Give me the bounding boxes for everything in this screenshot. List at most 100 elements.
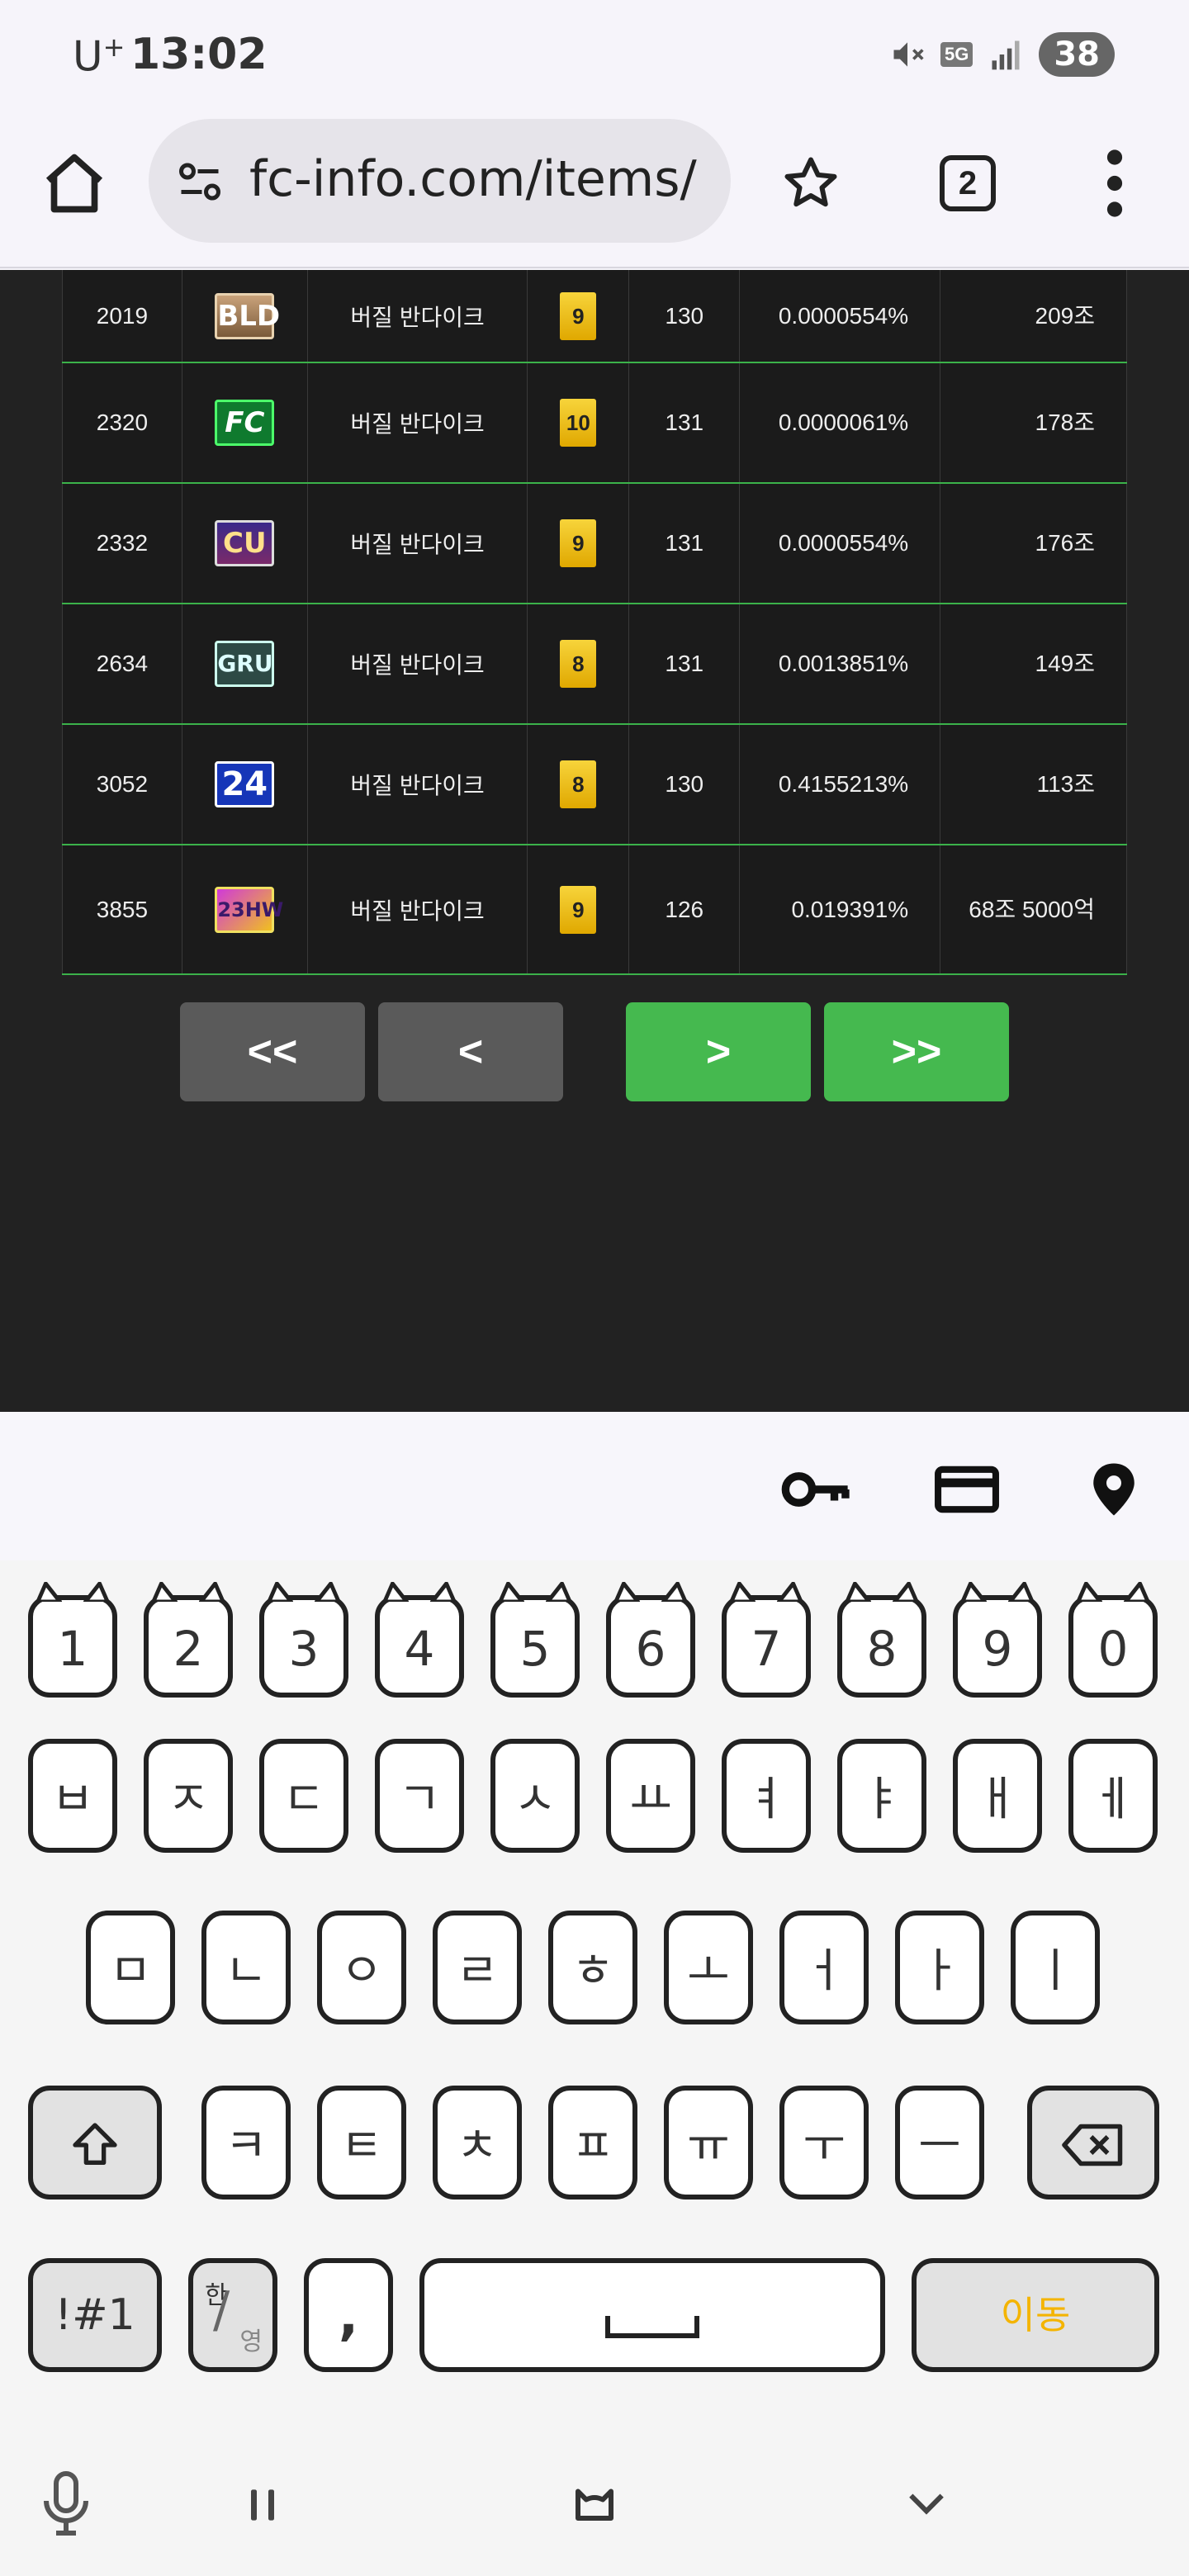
web-page: 2019 BLD 버질 반다이크 9 130 0.0000554% 209조 2… [0,270,1189,1412]
shift-key[interactable] [28,2086,162,2200]
space-key[interactable] [419,2258,885,2372]
key-row1-7[interactable]: ㅑ [837,1739,926,1853]
hide-keyboard-icon[interactable] [903,2480,950,2526]
rate-cell: 0.0000061% [739,362,941,484]
key-ears-icon [845,1582,919,1602]
grade-badge: 9 [560,291,597,340]
key-row_numbers-1[interactable]: 2 [144,1582,233,1698]
key-row2-2[interactable]: ㅇ [317,1911,406,2024]
first-page-button[interactable]: << [180,1002,365,1101]
key-row3-0[interactable]: ㅋ [201,2086,291,2200]
player-name-link[interactable]: 버질 반다이크 [306,604,528,725]
next-page-button[interactable]: > [626,1002,811,1101]
key-ears-icon [729,1582,803,1602]
prev-page-button[interactable]: < [378,1002,563,1101]
key-row3-1[interactable]: ㅌ [317,2086,406,2200]
emoji-cat-icon[interactable] [570,2477,619,2526]
key-row2-5[interactable]: ㅗ [664,1911,753,2024]
cursor-keys-icon[interactable] [239,2482,286,2528]
ovr-cell: 130 [628,724,741,845]
credit-card-icon[interactable] [931,1460,1002,1519]
key-row2-8[interactable]: ㅣ [1011,1911,1100,2024]
key-row_numbers-3[interactable]: 4 [375,1582,464,1698]
space-bar-icon [605,2316,699,2338]
key-row1-2[interactable]: ㄷ [259,1739,348,1853]
grade-badge: 8 [560,760,597,808]
clock: 13:02 [130,30,268,79]
key-row1-6[interactable]: ㅕ [722,1739,811,1853]
key-row1-8[interactable]: ㅐ [953,1739,1042,1853]
key-row_numbers-7[interactable]: 8 [837,1582,926,1698]
key-row2-6[interactable]: ㅓ [779,1911,869,2024]
table-row[interactable]: 2332 CU 버질 반다이크 9 131 0.0000554% 176조 [62,483,1127,604]
more-menu-icon[interactable] [1098,149,1131,218]
key-row_numbers-0[interactable]: 1 [28,1582,117,1698]
url-text[interactable]: fc-info.com/items/ [249,150,697,208]
price-cell: 68조 5000억 [940,845,1127,975]
status-icons: 5G 38 [889,30,1115,79]
site-settings-icon[interactable] [175,157,225,206]
table-row[interactable]: 2634 GRU 버질 반다이크 8 131 0.0013851% 149조 [62,604,1127,725]
language-toggle-key[interactable]: 한 / 영 [188,2258,277,2372]
table-row[interactable]: 3052 24 버질 반다이크 8 130 0.4155213% 113조 [62,724,1127,845]
address-bar[interactable]: fc-info.com/items/ [149,119,731,243]
key-row_numbers-9[interactable]: 0 [1068,1582,1158,1698]
key-row2-4[interactable]: ㅎ [548,1911,637,2024]
rank-cell: 3855 [62,845,182,975]
key-row_numbers-8[interactable]: 9 [953,1582,1042,1698]
table-row[interactable]: 2019 BLD 버질 반다이크 9 130 0.0000554% 209조 [62,270,1127,363]
key-row1-5[interactable]: ㅛ [606,1739,695,1853]
player-name-link[interactable]: 버질 반다이크 [306,270,528,363]
key-row1-9[interactable]: ㅔ [1068,1739,1158,1853]
table-row[interactable]: 3855 23HW 버질 반다이크 9 126 0.019391% 68조 50… [62,845,1127,975]
key-row3-3[interactable]: ㅍ [548,2086,637,2200]
grade-badge: 9 [560,519,597,567]
comma-key[interactable]: , [304,2258,393,2372]
key-row1-1[interactable]: ㅈ [144,1739,233,1853]
bookmark-star-icon[interactable] [781,154,841,213]
player-name-link[interactable]: 버질 반다이크 [306,724,528,845]
price-cell: 209조 [940,270,1127,363]
key-row1-4[interactable]: ㅅ [490,1739,580,1853]
ovr-cell: 131 [628,362,741,484]
microphone-icon[interactable] [36,2469,96,2538]
key-row2-0[interactable]: ㅁ [86,1911,175,2024]
key-row_numbers-2[interactable]: 3 [259,1582,348,1698]
key-row1-0[interactable]: ㅂ [28,1739,117,1853]
home-icon[interactable] [40,149,109,218]
key-ears-icon [151,1582,225,1602]
carrier-label: U+ [73,31,126,81]
status-bar: U+ 13:02 5G 38 [0,0,1189,107]
table-row[interactable]: 2320 FC 버질 반다이크 10 131 0.0000061% 178조 [62,362,1127,484]
network-5g-icon: 5G [940,42,973,67]
key-row3-6[interactable]: ㅡ [895,2086,984,2200]
key-row1-3[interactable]: ㄱ [375,1739,464,1853]
rate-cell: 0.0000554% [739,270,941,363]
key-row_numbers-4[interactable]: 5 [490,1582,580,1698]
price-cell: 176조 [940,483,1127,604]
grade-badge: 9 [560,885,597,934]
shift-arrow-icon [73,2123,117,2165]
season-badge-icon: BLD [215,292,280,339]
key-row_numbers-5[interactable]: 6 [606,1582,695,1698]
key-row3-5[interactable]: ㅜ [779,2086,869,2200]
symbols-key[interactable]: !#1 [28,2258,162,2372]
last-page-button[interactable]: >> [824,1002,1009,1101]
player-name-link[interactable]: 버질 반다이크 [306,845,528,975]
key-row2-1[interactable]: ㄴ [201,1911,291,2024]
key-row3-2[interactable]: ㅊ [433,2086,522,2200]
tab-switcher-button[interactable]: 2 [940,155,996,211]
key-row2-7[interactable]: ㅏ [895,1911,984,2024]
enter-key[interactable]: 이동 [912,2258,1159,2372]
key-row3-4[interactable]: ㅠ [664,2086,753,2200]
key-ears-icon [613,1582,688,1602]
key-row_numbers-6[interactable]: 7 [722,1582,811,1698]
player-name-link[interactable]: 버질 반다이크 [306,362,528,484]
key-icon[interactable] [781,1460,852,1519]
player-name-link[interactable]: 버질 반다이크 [306,483,528,604]
rank-cell: 2634 [62,604,182,725]
backspace-key[interactable] [1027,2086,1159,2200]
key-ears-icon [267,1582,341,1602]
key-row2-3[interactable]: ㄹ [433,1911,522,2024]
location-pin-icon[interactable] [1078,1460,1149,1519]
